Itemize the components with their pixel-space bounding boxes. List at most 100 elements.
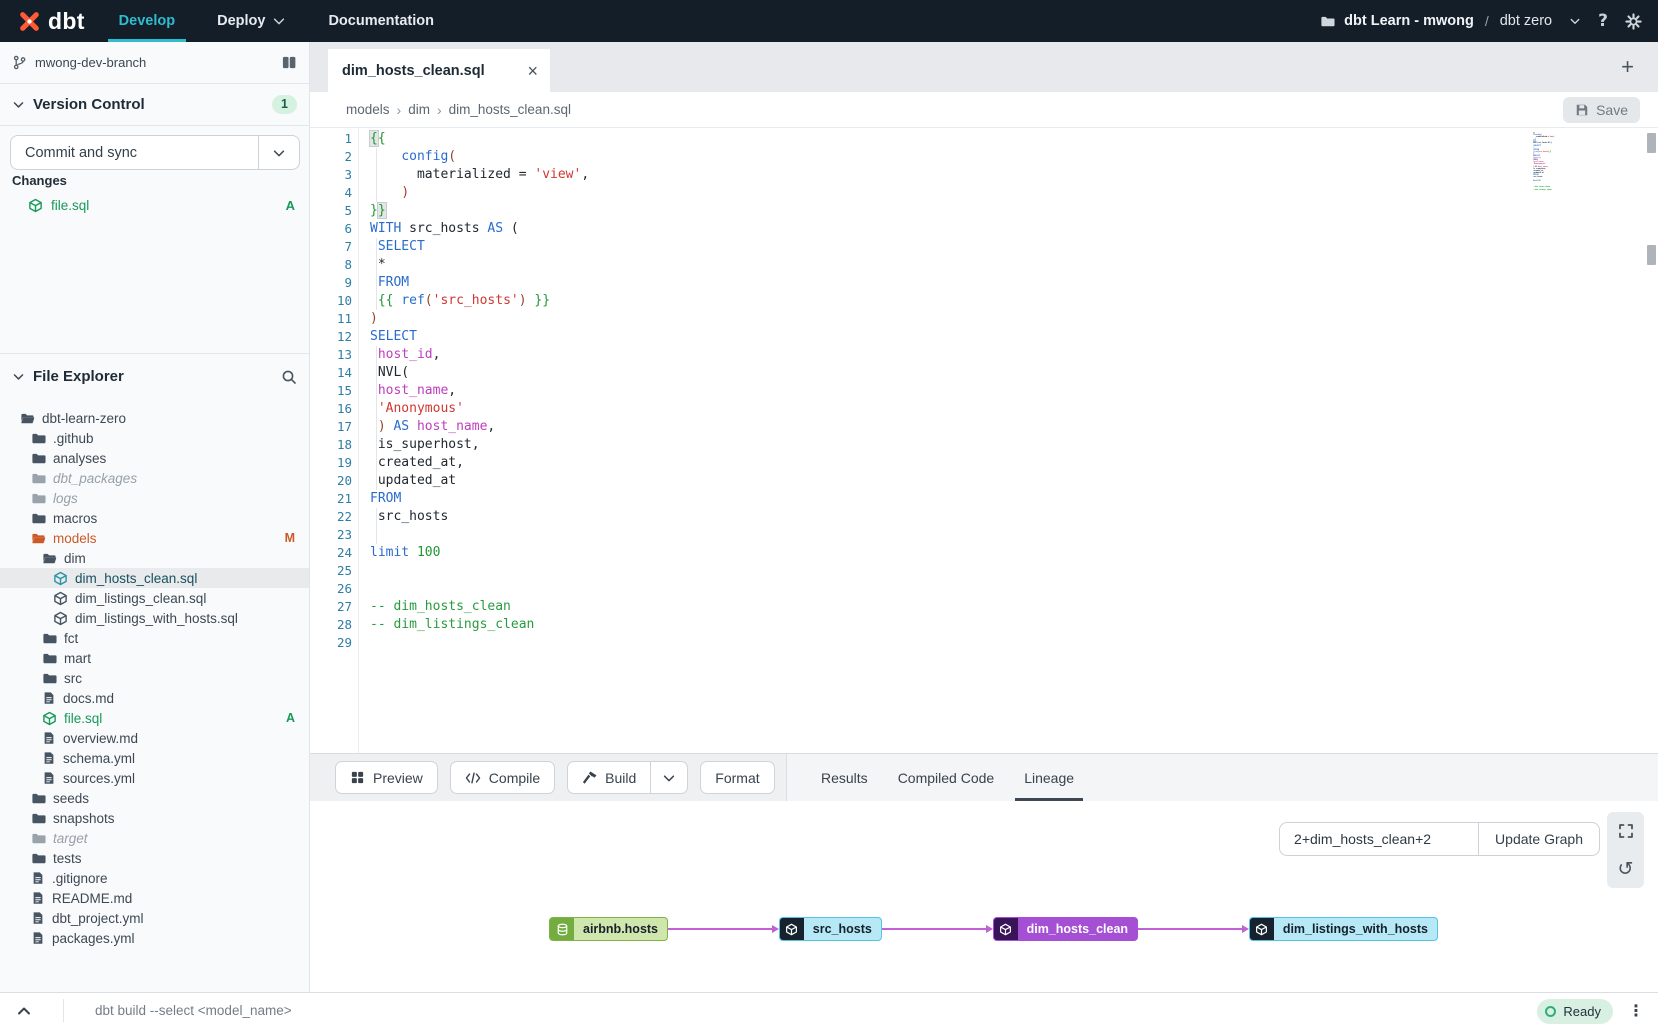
editor-tab[interactable]: dim_hosts_clean.sql × xyxy=(328,49,550,92)
tree-item-docs-md[interactable]: docs.md xyxy=(0,688,309,708)
lineage-node-dim-hosts-clean[interactable]: dim_hosts_clean xyxy=(993,917,1138,941)
tree-item-target[interactable]: target xyxy=(0,828,309,848)
compile-button[interactable]: Compile xyxy=(450,761,555,794)
version-control-header[interactable]: Version Control 1 xyxy=(0,84,309,126)
lineage-selector-group: Update Graph xyxy=(1279,822,1600,856)
tree-item-packages-yml[interactable]: packages.yml xyxy=(0,928,309,948)
lineage-selector-input[interactable] xyxy=(1280,823,1478,855)
commit-options-chevron[interactable] xyxy=(258,136,299,169)
lineage-node-dim-listings-with-hosts[interactable]: dim_listings_with_hosts xyxy=(1249,917,1438,941)
tree-item-mart[interactable]: mart xyxy=(0,648,309,668)
tree-item-analyses[interactable]: analyses xyxy=(0,448,309,468)
tree-item-label: README.md xyxy=(52,891,132,906)
code-icon xyxy=(465,771,481,785)
line-number: 18 xyxy=(310,436,352,454)
format-button-main[interactable]: Format xyxy=(701,762,773,793)
code-line: 29 xyxy=(310,634,1528,652)
commit-and-sync-button[interactable]: Commit and sync xyxy=(10,135,300,170)
code-text: host_id, xyxy=(370,346,440,364)
tree-item-file-sql[interactable]: file.sqlA xyxy=(0,708,309,728)
command-input[interactable]: dbt build --select <model_name> xyxy=(95,993,292,1028)
build-button-main[interactable]: Build xyxy=(568,762,650,793)
code-line: 17 ) AS host_name, xyxy=(310,418,1528,436)
line-number: 28 xyxy=(310,616,352,634)
dbt-logo[interactable]: dbt xyxy=(16,8,85,35)
code-line: 22 src_hosts xyxy=(310,508,1528,526)
lineage-node-airbnb-hosts[interactable]: airbnb.hosts xyxy=(549,917,668,941)
nav-item-deploy[interactable]: Deploy xyxy=(217,0,286,42)
tree-item--github[interactable]: .github xyxy=(0,428,309,448)
tree-item-label: dim xyxy=(64,551,86,566)
breadcrumb-item[interactable]: dim_hosts_clean.sql xyxy=(449,102,571,117)
tree-item-label: dbt_packages xyxy=(53,471,137,486)
project-name[interactable]: dbt Learn - mwong xyxy=(1344,13,1474,29)
tree-item-macros[interactable]: macros xyxy=(0,508,309,528)
tree-item-dim-listings-with-hosts-sql[interactable]: dim_listings_with_hosts.sql xyxy=(0,608,309,628)
tree-item-logs[interactable]: logs xyxy=(0,488,309,508)
docs-book-icon[interactable] xyxy=(281,55,297,70)
indent-guide xyxy=(376,346,377,490)
file-status-badge: A xyxy=(286,711,295,725)
close-tab-icon[interactable]: × xyxy=(527,62,538,80)
line-number: 21 xyxy=(310,490,352,508)
code-editor[interactable]: 1{{2 config(3 materialized = 'view',4 )5… xyxy=(310,128,1658,753)
build-button[interactable]: Build xyxy=(567,761,688,794)
breadcrumb-item[interactable]: dim xyxy=(408,102,430,117)
tree-item-tests[interactable]: tests xyxy=(0,848,309,868)
preview-button[interactable]: Preview xyxy=(335,761,438,794)
lineage-panel: Update Graph ↺ airbnb.hosts src_hosts dim_… xyxy=(310,801,1658,992)
tree-item-seeds[interactable]: seeds xyxy=(0,788,309,808)
tree-item-overview-md[interactable]: overview.md xyxy=(0,728,309,748)
environment-selector[interactable]: dbt zero xyxy=(1500,13,1552,29)
update-graph-button[interactable]: Update Graph xyxy=(1478,823,1599,855)
search-icon[interactable] xyxy=(281,369,297,385)
file-explorer-header[interactable]: File Explorer xyxy=(0,353,309,399)
tree-item-dim[interactable]: dim xyxy=(0,548,309,568)
button-label: Build xyxy=(605,770,636,786)
chevron-down-icon[interactable] xyxy=(1569,15,1581,27)
editor-scrollbar-thumb[interactable] xyxy=(1647,133,1656,153)
bottom-panel-toolbar: Preview Compile Build Format Results Compile… xyxy=(310,753,1658,801)
reset-view-button[interactable]: ↺ xyxy=(1607,850,1644,888)
format-button[interactable]: Format xyxy=(700,761,774,794)
line-number: 19 xyxy=(310,454,352,472)
tree-item-dbt-packages[interactable]: dbt_packages xyxy=(0,468,309,488)
help-icon[interactable]: ? xyxy=(1598,11,1608,31)
code-text: {{ ref('src_hosts') }} xyxy=(370,292,550,310)
code-area[interactable]: 1{{2 config(3 materialized = 'view',4 )5… xyxy=(310,130,1528,652)
tree-item-dim-hosts-clean-sql[interactable]: dim_hosts_clean.sql xyxy=(0,568,309,588)
build-options-chevron[interactable] xyxy=(650,762,687,793)
tree-item-src[interactable]: src xyxy=(0,668,309,688)
status-badge[interactable]: Ready xyxy=(1537,999,1613,1024)
tree-item-readme-md[interactable]: README.md xyxy=(0,888,309,908)
tree-item--gitignore[interactable]: .gitignore xyxy=(0,868,309,888)
tree-item-dim-listings-clean-sql[interactable]: dim_listings_clean.sql xyxy=(0,588,309,608)
new-tab-plus-icon[interactable]: + xyxy=(1621,42,1634,92)
breadcrumb-item[interactable]: models xyxy=(346,102,390,117)
branch-row[interactable]: mwong-dev-branch xyxy=(0,42,309,84)
nav-item-documentation[interactable]: Documentation xyxy=(328,0,434,42)
panel-tab-results[interactable]: Results xyxy=(821,754,868,801)
panel-tab-lineage[interactable]: Lineage xyxy=(1024,754,1074,801)
kebab-menu-icon[interactable]: ⋮ xyxy=(1628,993,1644,1028)
nav-item-develop[interactable]: Develop xyxy=(119,0,175,42)
tree-item-dbt-learn-zero[interactable]: dbt-learn-zero xyxy=(0,408,309,428)
editor-minimap[interactable]: {{ config( materialized = 'view', )}}WIT… xyxy=(1533,132,1625,193)
changed-file-row[interactable]: file.sqlA xyxy=(0,194,309,216)
tree-item-sources-yml[interactable]: sources.yml xyxy=(0,768,309,788)
preview-button-main[interactable]: Preview xyxy=(336,762,437,793)
panel-tab-compiled-code[interactable]: Compiled Code xyxy=(898,754,995,801)
chevron-up-icon[interactable] xyxy=(16,993,32,1028)
tree-item-snapshots[interactable]: snapshots xyxy=(0,808,309,828)
save-button[interactable]: Save xyxy=(1563,97,1640,123)
fullscreen-button[interactable] xyxy=(1607,812,1644,850)
code-line: 8 * xyxy=(310,256,1528,274)
editor-scrollbar-thumb[interactable] xyxy=(1647,245,1656,265)
lineage-node-src-hosts[interactable]: src_hosts xyxy=(779,917,882,941)
tree-item-fct[interactable]: fct xyxy=(0,628,309,648)
tree-item-models[interactable]: modelsM xyxy=(0,528,309,548)
settings-gear-icon[interactable] xyxy=(1625,13,1642,30)
compile-button-main[interactable]: Compile xyxy=(451,762,554,793)
tree-item-dbt-project-yml[interactable]: dbt_project.yml xyxy=(0,908,309,928)
tree-item-schema-yml[interactable]: schema.yml xyxy=(0,748,309,768)
